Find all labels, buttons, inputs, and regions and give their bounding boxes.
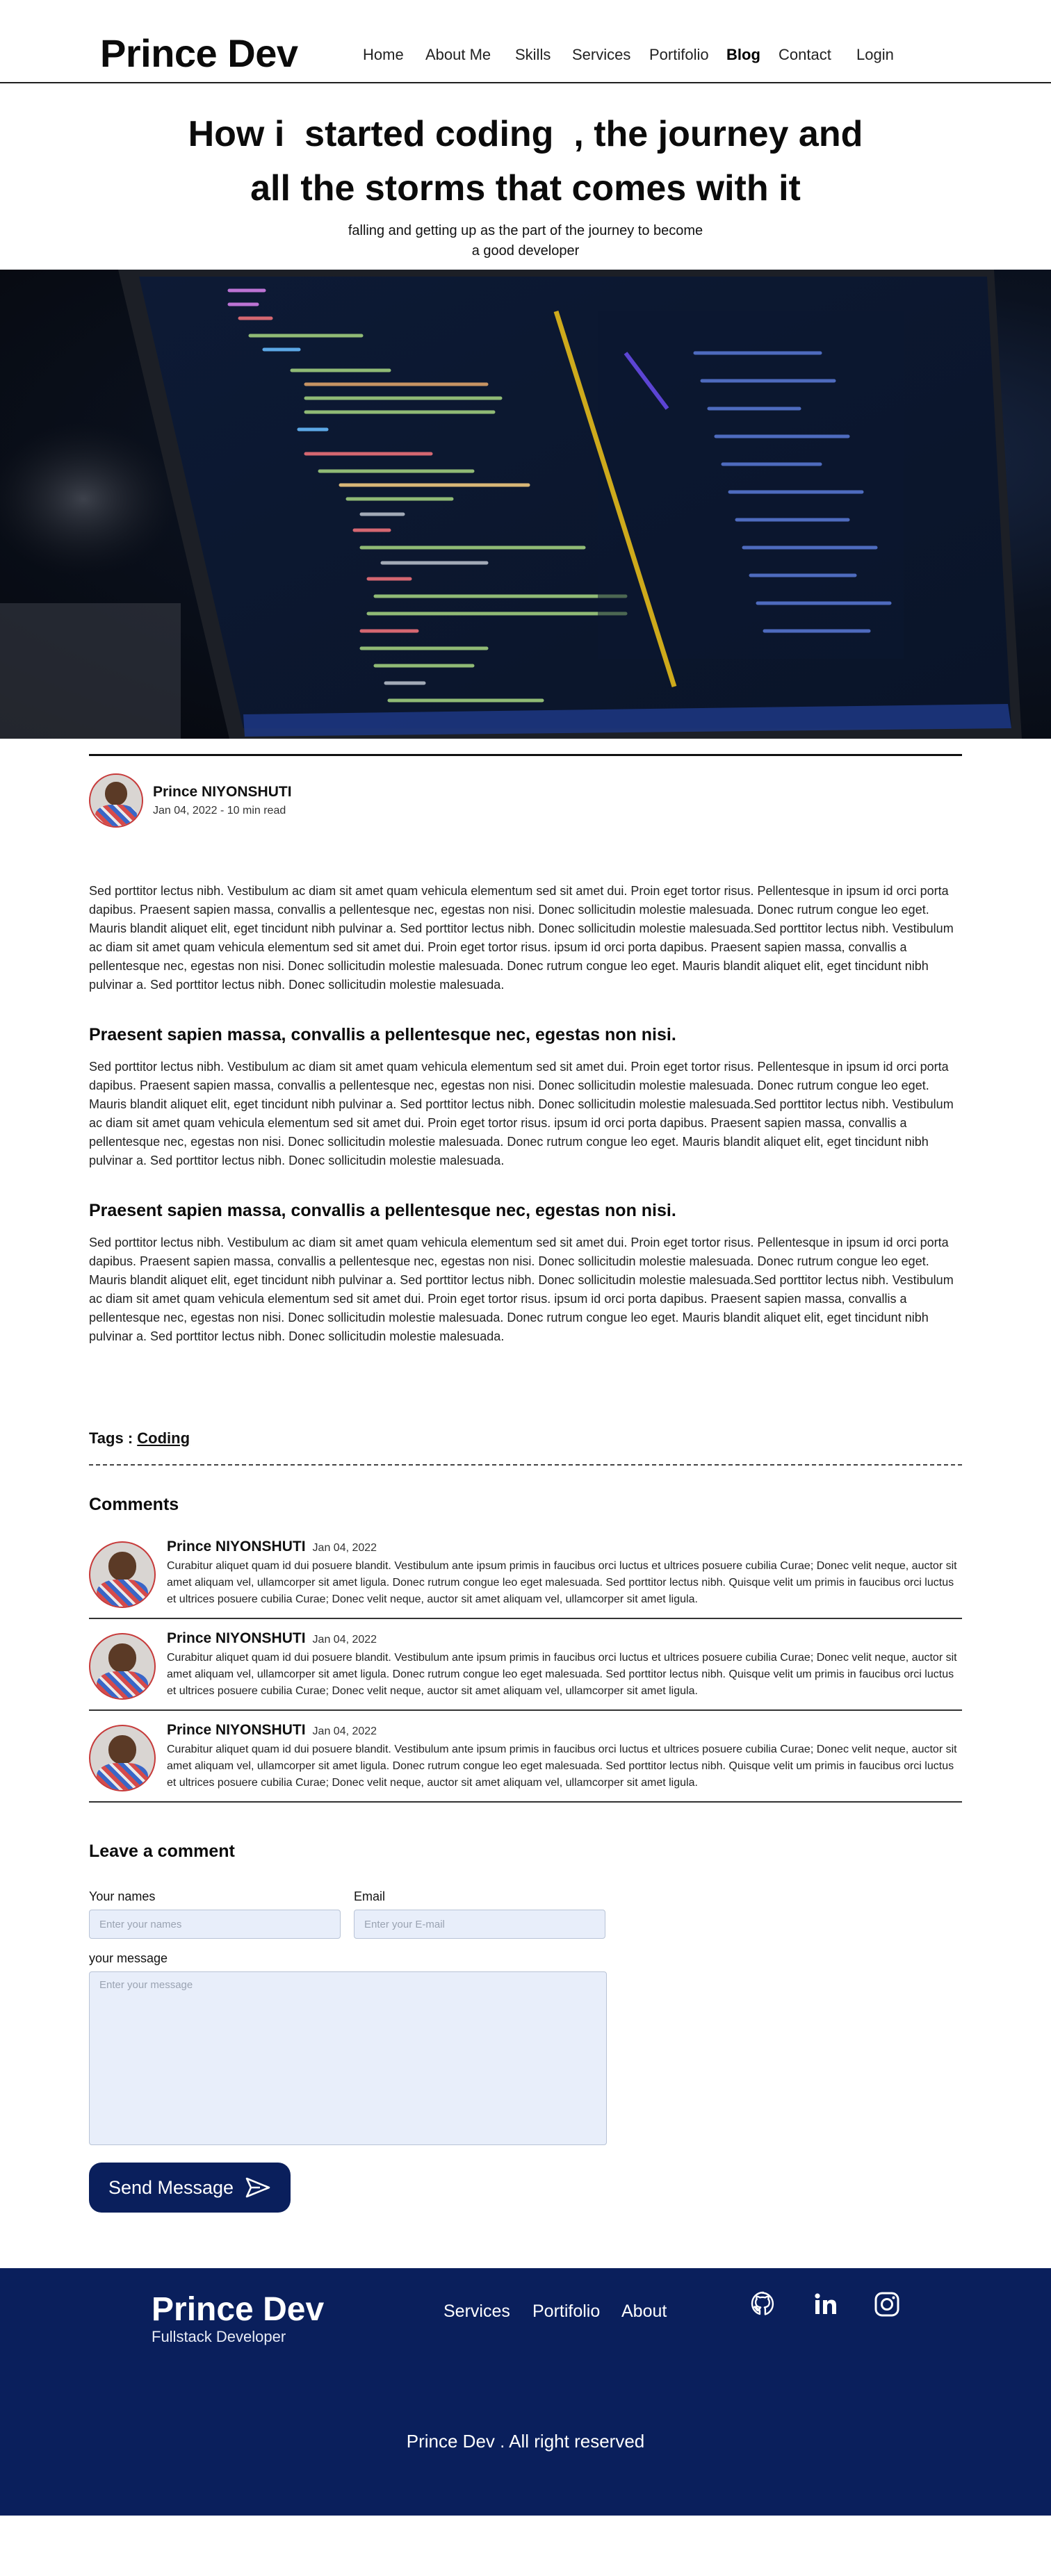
comment-date: Jan 04, 2022 [312, 1634, 377, 1646]
site-footer: Prince Dev Fullstack Developer Services … [0, 2268, 1051, 2516]
comment-text: Curabitur aliquet quam id dui posuere bl… [167, 1744, 957, 1789]
nav-skills[interactable]: Skills [515, 46, 551, 64]
comment-date: Jan 04, 2022 [312, 1725, 377, 1737]
send-message-button[interactable]: Send Message [89, 2163, 291, 2213]
comments-list: Prince NIYONSHUTI Jan 04, 2022 Curabitur… [89, 1527, 962, 1803]
message-field-group: your message [89, 1951, 962, 2149]
divider [89, 754, 962, 756]
code-laptop-image [0, 270, 1022, 739]
nav-about-me[interactable]: About Me [425, 46, 491, 64]
footer-link-about[interactable]: About [621, 2302, 667, 2322]
comment-item: Prince NIYONSHUTI Jan 04, 2022 Curabitur… [89, 1527, 962, 1619]
tag-link[interactable]: Coding [137, 1429, 190, 1447]
instagram-icon[interactable] [873, 2290, 901, 2322]
title-line-2: all the storms that comes with it [250, 168, 801, 208]
footer-logo[interactable]: Prince Dev [152, 2290, 324, 2329]
section-title: Praesent sapien massa, convallis a pelle… [89, 1201, 676, 1220]
subtitle-line-2: a good developer [471, 243, 580, 259]
tags: Tags : Coding [89, 1429, 962, 1447]
dashed-divider [89, 1464, 962, 1466]
avatar[interactable] [89, 773, 143, 828]
comment-item: Prince NIYONSHUTI Jan 04, 2022 Curabitur… [89, 1711, 962, 1803]
comment-item: Prince NIYONSHUTI Jan 04, 2022 Curabitur… [89, 1619, 962, 1711]
nav-services[interactable]: Services [572, 46, 630, 64]
intro-paragraph: Sed porttitor lectus nibh. Vestibulum ac… [89, 884, 954, 992]
subtitle-line-1: falling and getting up as the part of th… [348, 223, 703, 238]
nav-blog[interactable]: Blog [726, 46, 760, 64]
page-subtitle: falling and getting up as the part of th… [303, 221, 748, 261]
message-textarea[interactable] [89, 1971, 607, 2145]
footer-subtitle: Fullstack Developer [152, 2328, 286, 2345]
send-icon [245, 2177, 270, 2198]
name-field-group: Your names [89, 1889, 341, 1939]
author-name[interactable]: Prince NIYONSHUTI [153, 784, 292, 801]
hero-banner-image [0, 270, 1051, 739]
leave-comment-title: Leave a comment [89, 1841, 235, 1861]
email-input[interactable] [354, 1910, 605, 1939]
nav-contact[interactable]: Contact [779, 46, 831, 64]
nav-login[interactable]: Login [856, 46, 894, 64]
tags-label: Tags : [89, 1429, 138, 1447]
comment-author[interactable]: Prince NIYONSHUTI [167, 1539, 306, 1555]
article: Prince NIYONSHUTI Jan 04, 2022 - 10 min … [89, 754, 962, 2213]
author-meta: Prince NIYONSHUTI Jan 04, 2022 - 10 min … [153, 784, 292, 817]
comment-author[interactable]: Prince NIYONSHUTI [167, 1630, 306, 1647]
footer-link-portfolio[interactable]: Portifolio [532, 2302, 600, 2322]
footer-link-services[interactable]: Services [443, 2302, 510, 2322]
comment-text: Curabitur aliquet quam id dui posuere bl… [167, 1652, 957, 1697]
post-date: Jan 04, 2022 - 10 min read [153, 805, 286, 817]
hero: How i started coding , the journey and a… [0, 107, 1051, 261]
section-paragraph: Sed porttitor lectus nibh. Vestibulum ac… [89, 1060, 954, 1167]
avatar[interactable] [89, 1541, 156, 1608]
email-field-group: Email [354, 1889, 605, 1939]
section-paragraph: Sed porttitor lectus nibh. Vestibulum ac… [89, 1236, 954, 1343]
linkedin-icon[interactable] [812, 2290, 840, 2322]
email-label: Email [354, 1889, 386, 1903]
section-title: Praesent sapien massa, convallis a pelle… [89, 1025, 676, 1044]
comment-text: Curabitur aliquet quam id dui posuere bl… [167, 1560, 957, 1605]
github-icon[interactable] [749, 2290, 777, 2324]
page-title: How i started coding , the journey and a… [143, 107, 908, 215]
message-label: your message [89, 1951, 168, 1965]
site-header: Prince Dev Home About Me Skills Services… [0, 0, 1051, 83]
avatar[interactable] [89, 1725, 156, 1791]
comments-title: Comments [89, 1495, 179, 1514]
send-message-label: Send Message [108, 2176, 234, 2198]
main-nav: Home About Me Skills Services Portifolio… [0, 46, 1051, 67]
nav-home[interactable]: Home [363, 46, 404, 64]
author-block: Prince NIYONSHUTI Jan 04, 2022 - 10 min … [89, 773, 962, 828]
comment-date: Jan 04, 2022 [312, 1542, 377, 1554]
nav-portfolio[interactable]: Portifolio [649, 46, 709, 64]
title-line-1: How i started coding , the journey and [188, 114, 863, 154]
name-label: Your names [89, 1889, 156, 1903]
comment-form: Your names Email your message Send Messa… [89, 1889, 962, 2213]
name-input[interactable] [89, 1910, 341, 1939]
avatar[interactable] [89, 1633, 156, 1700]
comment-author[interactable]: Prince NIYONSHUTI [167, 1722, 306, 1739]
footer-copyright: Prince Dev . All right reserved [406, 2431, 645, 2452]
